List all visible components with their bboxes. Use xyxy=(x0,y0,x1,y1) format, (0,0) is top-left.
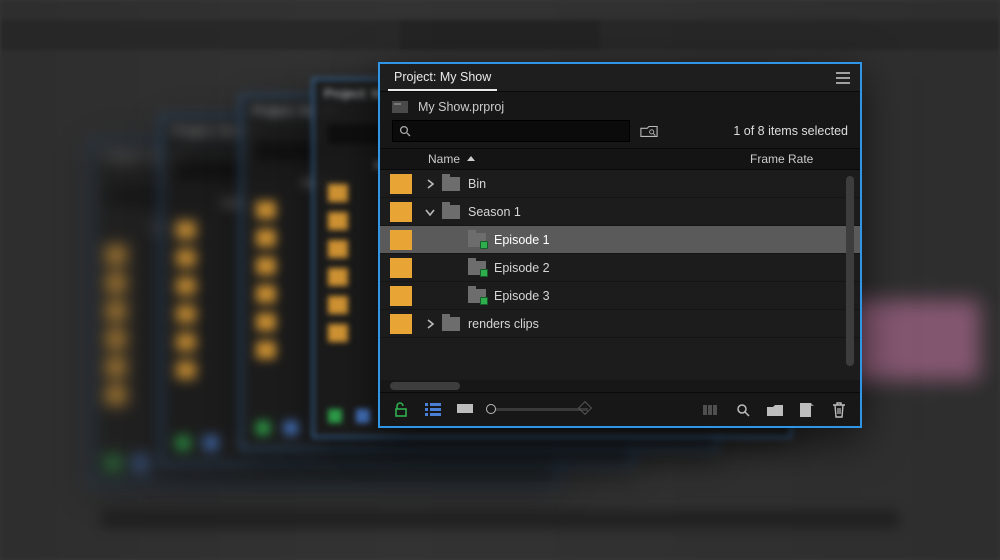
project-items-list: Bin Season 1 Episode 1 Episode 2 Episode 3 re… xyxy=(380,170,860,380)
vertical-scrollbar[interactable] xyxy=(846,176,854,366)
project-file-row: My Show.prproj xyxy=(380,92,860,116)
folder-icon xyxy=(442,317,460,331)
lock-icon[interactable] xyxy=(392,401,410,419)
panel-titlebar[interactable]: Project: My Show xyxy=(380,64,860,92)
label-swatch xyxy=(390,286,412,306)
sequence-icon xyxy=(468,261,486,275)
project-row-1[interactable]: Season 1 xyxy=(380,198,860,226)
folder-icon xyxy=(442,177,460,191)
item-label: Bin xyxy=(468,177,832,191)
sort-asc-icon xyxy=(466,152,476,166)
trash-icon[interactable] xyxy=(830,401,848,419)
panel-tab[interactable]: Project: My Show xyxy=(388,64,497,91)
search-input-container[interactable] xyxy=(392,120,630,142)
project-row-3[interactable]: Episode 2 xyxy=(380,254,860,282)
horizontal-scrollbar[interactable] xyxy=(390,382,850,392)
column-name[interactable]: Name xyxy=(424,152,750,166)
chevron-down-icon[interactable] xyxy=(422,208,438,216)
column-header: Name Frame Rate xyxy=(380,148,860,170)
new-bin-icon[interactable] xyxy=(766,401,784,419)
list-view-icon[interactable] xyxy=(424,401,442,419)
search-input[interactable] xyxy=(415,124,623,138)
bottom-bar-blur xyxy=(100,510,900,528)
chevron-right-icon[interactable] xyxy=(422,179,438,189)
panel-menu-icon[interactable] xyxy=(834,69,852,87)
zoom-slider[interactable] xyxy=(488,408,588,411)
freeform-view-icon[interactable] xyxy=(702,401,720,419)
project-row-4[interactable]: Episode 3 xyxy=(380,282,860,310)
project-row-5[interactable]: renders clips xyxy=(380,310,860,338)
project-row-0[interactable]: Bin xyxy=(380,170,860,198)
item-label: Season 1 xyxy=(468,205,832,219)
project-file-icon xyxy=(392,101,408,113)
item-label: renders clips xyxy=(468,317,832,331)
item-label: Episode 3 xyxy=(494,289,832,303)
new-item-icon[interactable] xyxy=(798,401,816,419)
item-label: Episode 2 xyxy=(494,261,832,275)
label-swatch xyxy=(390,230,412,250)
folder-icon xyxy=(442,205,460,219)
item-label: Episode 1 xyxy=(494,233,832,247)
label-swatch xyxy=(390,202,412,222)
project-row-2[interactable]: Episode 1 xyxy=(380,226,860,254)
chevron-right-icon[interactable] xyxy=(422,319,438,329)
label-swatch xyxy=(390,174,412,194)
panel-footer xyxy=(380,392,860,426)
project-panel: Project: My Show My Show.prproj 1 of 8 i… xyxy=(378,62,862,428)
sequence-icon xyxy=(468,289,486,303)
search-icon xyxy=(399,125,411,137)
sequence-icon xyxy=(468,233,486,247)
column-frame-rate[interactable]: Frame Rate xyxy=(750,152,860,166)
icon-view-icon[interactable] xyxy=(456,401,474,419)
label-swatch xyxy=(390,258,412,278)
find-in-bin-icon[interactable] xyxy=(640,122,658,140)
project-file-name: My Show.prproj xyxy=(418,100,504,114)
label-swatch xyxy=(390,314,412,334)
find-icon[interactable] xyxy=(734,401,752,419)
selection-status: 1 of 8 items selected xyxy=(733,124,848,138)
